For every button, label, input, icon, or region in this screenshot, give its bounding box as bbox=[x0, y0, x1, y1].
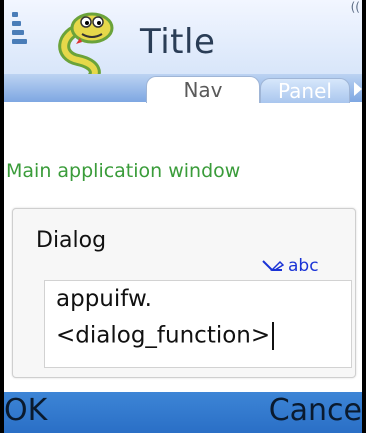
input-text-line[interactable]: appuifw. bbox=[56, 286, 152, 312]
signal-icon bbox=[12, 12, 28, 56]
input-mode-label: abc bbox=[288, 256, 319, 276]
battery-icon: (( bbox=[350, 0, 360, 14]
ok-softkey[interactable]: OK bbox=[4, 393, 47, 428]
cancel-softkey[interactable]: Cance bbox=[269, 393, 362, 428]
phone-screen: Title (( Nav Panel Main application wind… bbox=[4, 0, 362, 433]
tab-nav[interactable]: Nav bbox=[146, 76, 260, 103]
text-caret bbox=[272, 322, 275, 350]
main-window-text: Main application window bbox=[6, 160, 241, 182]
right-arrow-icon[interactable] bbox=[354, 82, 362, 96]
input-mode-indicator: abc bbox=[288, 256, 319, 276]
input-text-value: <dialog_function> bbox=[56, 322, 271, 349]
dialog-title: Dialog bbox=[36, 228, 107, 253]
pen-icon bbox=[262, 260, 284, 271]
window-title: Title bbox=[140, 22, 216, 62]
input-text-line[interactable]: <dialog_function> bbox=[56, 322, 275, 350]
tab-panel[interactable]: Panel bbox=[260, 78, 350, 103]
